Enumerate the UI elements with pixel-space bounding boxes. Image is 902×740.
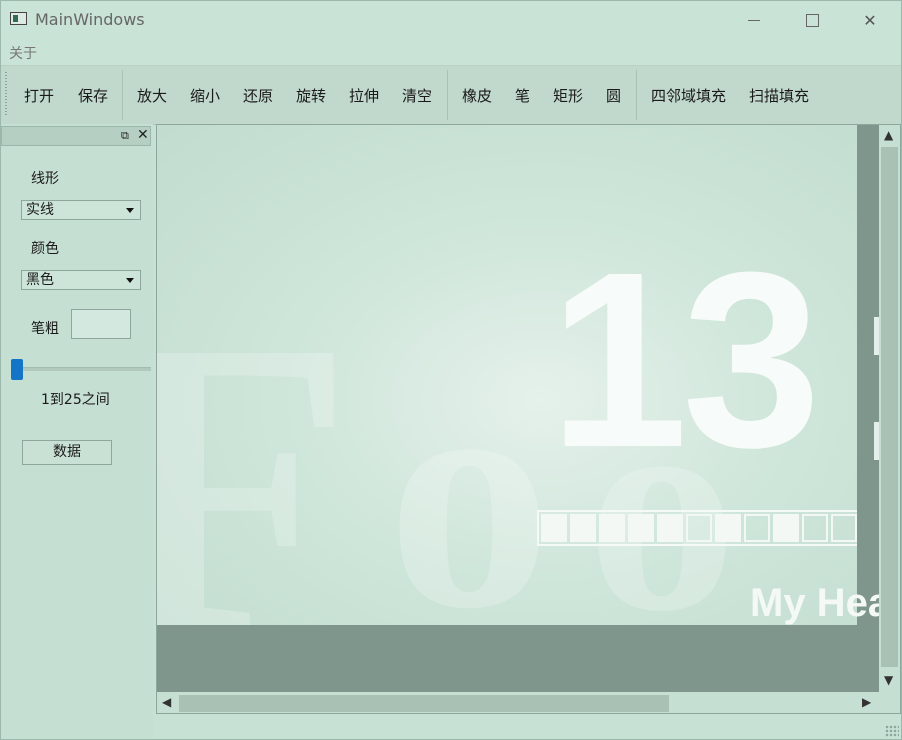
stretch-button[interactable]: 拉伸	[349, 85, 379, 106]
scroll-right-icon[interactable]: ▶	[862, 695, 871, 709]
pen-width-label: 笔粗	[31, 321, 59, 337]
color-label: 颜色	[31, 241, 59, 257]
toolbar-separator	[636, 70, 637, 120]
loading-progress	[537, 510, 857, 546]
color-select[interactable]: 黑色	[21, 270, 141, 290]
chevron-down-icon	[126, 208, 134, 213]
pen-width-input[interactable]	[71, 309, 131, 339]
four-neighbor-fill-button[interactable]: 四邻域填充	[651, 85, 726, 106]
canvas-view[interactable]: F o o 13 My Heal ▲ ▼ ◀ ▶	[156, 124, 901, 714]
window-title: MainWindows	[35, 10, 145, 29]
resize-grip[interactable]	[885, 725, 899, 737]
chevron-down-icon	[126, 278, 134, 283]
rotate-button[interactable]: 旋转	[296, 85, 326, 106]
save-button[interactable]: 保存	[78, 85, 108, 106]
dock-title-bar[interactable]: ⧉ ✕	[1, 126, 151, 146]
circle-button[interactable]: 圆	[606, 85, 621, 106]
scanline-fill-button[interactable]: 扫描填充	[749, 85, 809, 106]
image-area[interactable]: F o o 13 My Heal	[157, 125, 879, 692]
open-button[interactable]: 打开	[24, 85, 54, 106]
progress-cell	[686, 514, 712, 542]
range-hint: 1到25之间	[41, 392, 110, 408]
horizontal-scrollbar[interactable]: ◀ ▶	[157, 692, 879, 713]
float-icon[interactable]: ⧉	[121, 129, 129, 143]
zoom-out-button[interactable]: 缩小	[190, 85, 220, 106]
toolbar-grip[interactable]	[5, 72, 7, 116]
scroll-up-icon[interactable]: ▲	[884, 128, 893, 142]
progress-cell	[657, 514, 683, 542]
canvas-image: F o o 13	[157, 125, 857, 625]
close-icon: ✕	[863, 10, 877, 30]
data-button[interactable]: 数据	[22, 440, 112, 465]
slider-handle[interactable]	[11, 359, 23, 380]
progress-cell	[715, 514, 741, 542]
background-watermark: F	[157, 245, 354, 625]
progress-cell	[570, 514, 596, 542]
toolbar: 打开 保存 放大 缩小 还原 旋转 拉伸 清空 橡皮 笔 矩形 圆 四邻域填充 …	[1, 65, 901, 125]
horizontal-scroll-thumb[interactable]	[179, 695, 669, 712]
rectangle-button[interactable]: 矩形	[553, 85, 583, 106]
tool-dock: ⧉ ✕ 线形 实线 颜色 黑色 笔粗 1到25之间 数据	[1, 124, 153, 739]
progress-cell	[744, 514, 770, 542]
restore-button[interactable]: 还原	[243, 85, 273, 106]
color-value: 黑色	[26, 272, 54, 288]
menu-bar: 关于	[1, 39, 901, 65]
progress-cell	[802, 514, 828, 542]
clear-button[interactable]: 清空	[402, 85, 432, 106]
app-icon	[10, 12, 27, 25]
pen-button[interactable]: 笔	[515, 85, 530, 106]
scroll-down-icon[interactable]: ▼	[884, 673, 893, 687]
canvas-subtitle: My Heal	[750, 581, 879, 625]
title-bar[interactable]: MainWindows ✕	[1, 1, 901, 39]
line-style-value: 实线	[26, 202, 54, 218]
close-button[interactable]: ✕	[841, 1, 899, 39]
toolbar-separator	[447, 70, 448, 120]
minimize-icon	[748, 19, 760, 21]
main-window: MainWindows ✕ 关于 打开 保存 放大 缩小 还原 旋转 拉伸 清空…	[0, 0, 902, 740]
dock-close-icon[interactable]: ✕	[137, 127, 149, 143]
scroll-left-icon[interactable]: ◀	[162, 695, 171, 709]
vertical-scroll-thumb[interactable]	[881, 147, 898, 667]
vertical-scrollbar[interactable]: ▲ ▼	[879, 125, 900, 692]
progress-cell	[541, 514, 567, 542]
progress-cell	[773, 514, 799, 542]
menu-about[interactable]: 关于	[9, 43, 37, 63]
minimize-button[interactable]	[725, 1, 783, 39]
progress-cell	[831, 514, 857, 542]
pen-width-slider[interactable]	[11, 367, 151, 371]
maximize-icon	[805, 13, 819, 27]
maximize-button[interactable]	[783, 1, 841, 39]
line-style-label: 线形	[31, 171, 59, 187]
toolbar-separator	[122, 70, 123, 120]
eraser-button[interactable]: 橡皮	[462, 85, 492, 106]
progress-cell	[599, 514, 625, 542]
line-style-select[interactable]: 实线	[21, 200, 141, 220]
background-watermark: o	[387, 312, 552, 625]
canvas-big-number: 13	[549, 220, 821, 499]
progress-cell	[628, 514, 654, 542]
zoom-in-button[interactable]: 放大	[137, 85, 167, 106]
